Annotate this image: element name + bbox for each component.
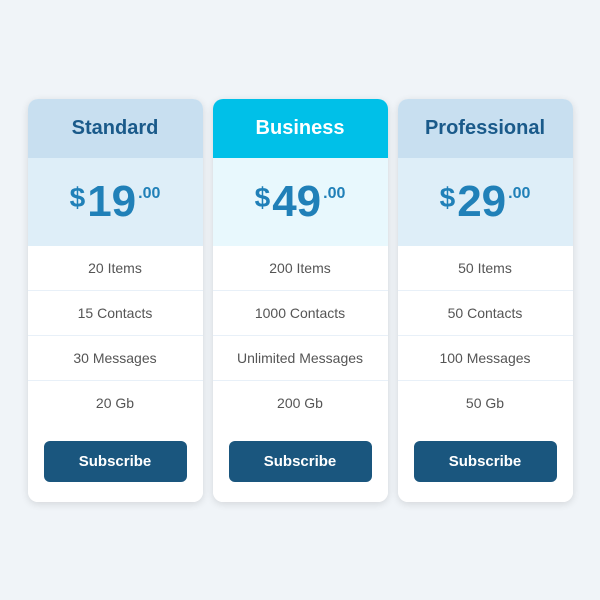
price-amount-standard: 19: [87, 180, 136, 224]
price-amount-professional: 29: [457, 180, 506, 224]
feature-row-business-0: 200 Items: [213, 246, 388, 291]
feature-row-business-1: 1000 Contacts: [213, 291, 388, 336]
feature-row-business-2: Unlimited Messages: [213, 336, 388, 381]
plan-price-professional: $29.00: [398, 158, 573, 246]
plan-header-professional: Professional: [398, 99, 573, 158]
feature-row-professional-3: 50 Gb: [398, 381, 573, 425]
feature-row-standard-0: 20 Items: [28, 246, 203, 291]
subscribe-button-professional[interactable]: Subscribe: [414, 441, 557, 482]
feature-row-professional-2: 100 Messages: [398, 336, 573, 381]
plan-card-business: Business$49.00200 Items1000 ContactsUnli…: [213, 99, 388, 502]
plan-card-standard: Standard$19.0020 Items15 Contacts30 Mess…: [28, 99, 203, 502]
currency-symbol-standard: $: [70, 184, 86, 212]
plan-features-standard: 20 Items15 Contacts30 Messages20 Gb: [28, 246, 203, 425]
feature-row-professional-0: 50 Items: [398, 246, 573, 291]
feature-row-standard-1: 15 Contacts: [28, 291, 203, 336]
plan-footer-professional: Subscribe: [398, 425, 573, 502]
price-cents-standard: .00: [138, 186, 160, 202]
plan-price-business: $49.00: [213, 158, 388, 246]
currency-symbol-business: $: [255, 184, 271, 212]
subscribe-button-standard[interactable]: Subscribe: [44, 441, 187, 482]
plan-price-standard: $19.00: [28, 158, 203, 246]
plan-header-business: Business: [213, 99, 388, 158]
pricing-container: Standard$19.0020 Items15 Contacts30 Mess…: [8, 79, 593, 522]
plan-features-business: 200 Items1000 ContactsUnlimited Messages…: [213, 246, 388, 425]
subscribe-button-business[interactable]: Subscribe: [229, 441, 372, 482]
price-cents-professional: .00: [508, 186, 530, 202]
feature-row-standard-3: 20 Gb: [28, 381, 203, 425]
plan-footer-standard: Subscribe: [28, 425, 203, 502]
plan-card-professional: Professional$29.0050 Items50 Contacts100…: [398, 99, 573, 502]
price-cents-business: .00: [323, 186, 345, 202]
feature-row-business-3: 200 Gb: [213, 381, 388, 425]
plan-features-professional: 50 Items50 Contacts100 Messages50 Gb: [398, 246, 573, 425]
currency-symbol-professional: $: [440, 184, 456, 212]
plan-header-standard: Standard: [28, 99, 203, 158]
price-amount-business: 49: [272, 180, 321, 224]
feature-row-professional-1: 50 Contacts: [398, 291, 573, 336]
feature-row-standard-2: 30 Messages: [28, 336, 203, 381]
plan-footer-business: Subscribe: [213, 425, 388, 502]
